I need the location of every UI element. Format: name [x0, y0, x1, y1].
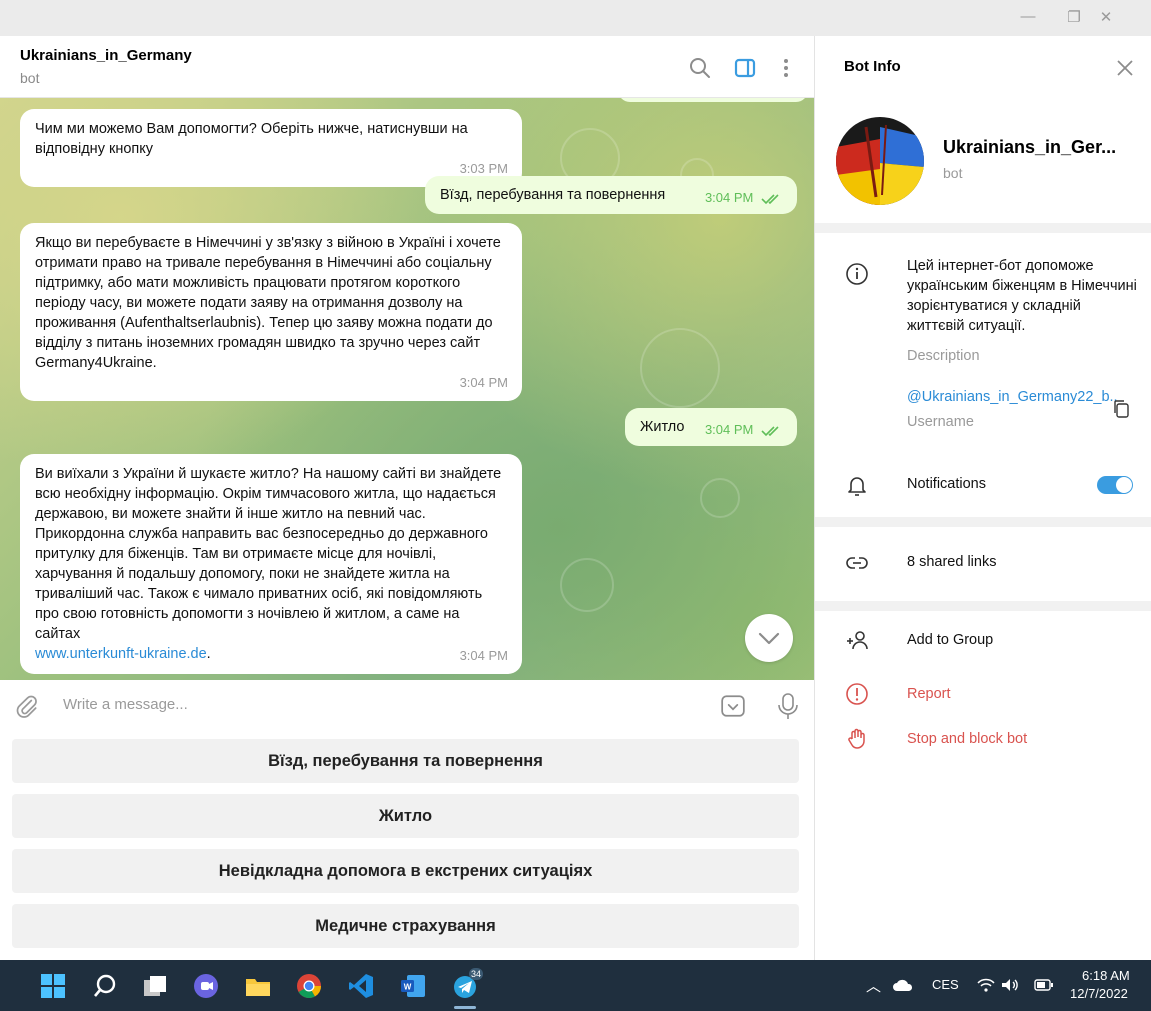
more-options-icon[interactable]	[774, 56, 798, 80]
chrome-icon[interactable]	[296, 973, 322, 999]
bot-description: Цей інтернет-бот допоможе українським бі…	[907, 258, 1137, 334]
vscode-icon[interactable]	[348, 973, 374, 999]
copy-icon[interactable]	[1112, 399, 1130, 419]
wallpaper-doodle	[640, 328, 720, 408]
message-composer: Write a message...	[0, 680, 814, 732]
keyboard-button-entry[interactable]: Вїзд, перебування та повернення	[12, 739, 799, 783]
window-title-bar: — ❐ ✕	[0, 0, 1151, 36]
bot-subtitle: bot	[943, 165, 963, 181]
message-text: Ви виїхали з України й шукаєте житло? На…	[35, 466, 502, 642]
message-text: Житло	[640, 419, 685, 435]
message-text: Чим ми можемо Вам допомогти? Оберіть ниж…	[35, 121, 468, 157]
message-time: 3:04 PM	[704, 422, 754, 437]
chat-title[interactable]: Ukrainians_in_Germany	[20, 47, 192, 64]
stop-and-block-button[interactable]: Stop and block bot	[907, 731, 1027, 747]
clock-time[interactable]: 6:18 AM	[1082, 968, 1130, 983]
notifications-toggle[interactable]	[1097, 476, 1133, 494]
username-label: Username	[907, 414, 974, 430]
previous-message-edge	[618, 98, 808, 102]
message-text: Якщо ви перебуваєте в Німеччині у зв'язк…	[35, 235, 501, 371]
message-link[interactable]: www.unterkunft-ukraine.de	[35, 646, 207, 662]
chat-messages-area[interactable]: Чим ми можемо Вам допомогти? Оберіть ниж…	[0, 98, 814, 680]
report-button[interactable]: Report	[907, 686, 951, 702]
chevron-up-icon[interactable]: ︿	[866, 975, 881, 996]
minimize-icon[interactable]: —	[1018, 8, 1038, 25]
add-user-icon	[847, 631, 868, 650]
message-bubble-outgoing[interactable]: Вїзд, перебування та повернення 3:04 PM	[425, 176, 797, 214]
bot-reply-keyboard: Вїзд, перебування та повернення Житло Не…	[0, 732, 814, 960]
bot-username[interactable]: @Ukrainians_in_Germany22_b...	[907, 389, 1117, 405]
message-bubble-incoming[interactable]: Якщо ви перебуваєте в Німеччині у зв'язк…	[20, 223, 522, 401]
link-icon	[846, 557, 868, 569]
description-label: Description	[907, 348, 980, 364]
language-indicator[interactable]: CES	[932, 977, 959, 992]
report-icon	[846, 683, 868, 705]
search-icon[interactable]	[92, 973, 118, 999]
active-app-indicator	[454, 1006, 476, 1009]
word-icon[interactable]: W	[400, 973, 426, 999]
message-time: 3:04 PM	[704, 190, 754, 205]
section-divider	[815, 517, 1151, 527]
telegram-badge: 34	[469, 968, 484, 980]
info-icon	[846, 263, 868, 285]
chat-icon[interactable]	[193, 973, 219, 999]
speaker-icon[interactable]	[1000, 976, 1020, 994]
message-bubble-incoming[interactable]: Ви виїхали з України й шукаєте житло? На…	[20, 454, 522, 674]
search-icon[interactable]	[688, 56, 712, 80]
onedrive-icon[interactable]	[892, 978, 914, 992]
microphone-icon[interactable]	[776, 692, 800, 720]
keyboard-button-emergency[interactable]: Невідкладна допомога в екстрених ситуаці…	[12, 849, 799, 893]
toggle-knob	[1116, 477, 1132, 493]
wallpaper-doodle	[560, 558, 614, 612]
double-check-icon	[761, 425, 779, 436]
keyboard-button-housing[interactable]: Житло	[12, 794, 799, 838]
attach-icon[interactable]	[14, 694, 40, 720]
restore-icon[interactable]: ❐	[1064, 8, 1084, 26]
bell-icon	[848, 477, 866, 496]
bot-name: Ukrainians_in_Ger...	[943, 137, 1117, 157]
file-explorer-icon[interactable]	[245, 973, 271, 999]
wallpaper-doodle	[700, 478, 740, 518]
double-check-icon	[761, 193, 779, 204]
message-time: 3:04 PM	[459, 375, 508, 390]
stop-hand-icon	[848, 728, 865, 749]
notifications-label: Notifications	[907, 476, 986, 492]
wifi-icon[interactable]	[976, 976, 996, 994]
bot-keyboard-icon[interactable]	[720, 693, 746, 719]
close-window-icon[interactable]: ✕	[1096, 8, 1116, 26]
section-divider	[815, 601, 1151, 611]
battery-icon[interactable]	[1034, 979, 1054, 991]
windows-start-icon[interactable]	[40, 973, 66, 999]
scroll-to-bottom-button[interactable]	[745, 614, 793, 662]
windows-taskbar: W 34 ︿ CES 6:18 AM 12/7/2022	[0, 960, 1151, 1011]
keyboard-button-insurance[interactable]: Медичне страхування	[12, 904, 799, 948]
message-input[interactable]: Write a message...	[63, 696, 188, 713]
clock-date[interactable]: 12/7/2022	[1070, 986, 1128, 1001]
svg-text:W: W	[404, 983, 412, 992]
panel-title: Bot Info	[844, 58, 901, 75]
message-text: Вїзд, перебування та повернення	[440, 187, 666, 203]
chat-header: Ukrainians_in_Germany bot	[0, 36, 814, 98]
flag-avatar-image	[836, 117, 924, 205]
close-panel-icon[interactable]	[1114, 57, 1136, 79]
task-view-icon[interactable]	[142, 973, 168, 999]
sidebar-toggle-icon[interactable]	[733, 56, 757, 80]
message-bubble-outgoing[interactable]: Житло 3:04 PM	[625, 408, 797, 446]
avatar[interactable]	[836, 117, 924, 205]
section-divider	[815, 223, 1151, 233]
shared-links-item[interactable]: 8 shared links	[907, 554, 996, 570]
bot-info-panel: Bot Info Ukrainians_in_Ger... bot Цей ін…	[814, 36, 1151, 960]
chat-subtitle: bot	[20, 70, 40, 86]
chevron-down-icon	[758, 632, 780, 645]
add-to-group-button[interactable]: Add to Group	[907, 632, 993, 648]
